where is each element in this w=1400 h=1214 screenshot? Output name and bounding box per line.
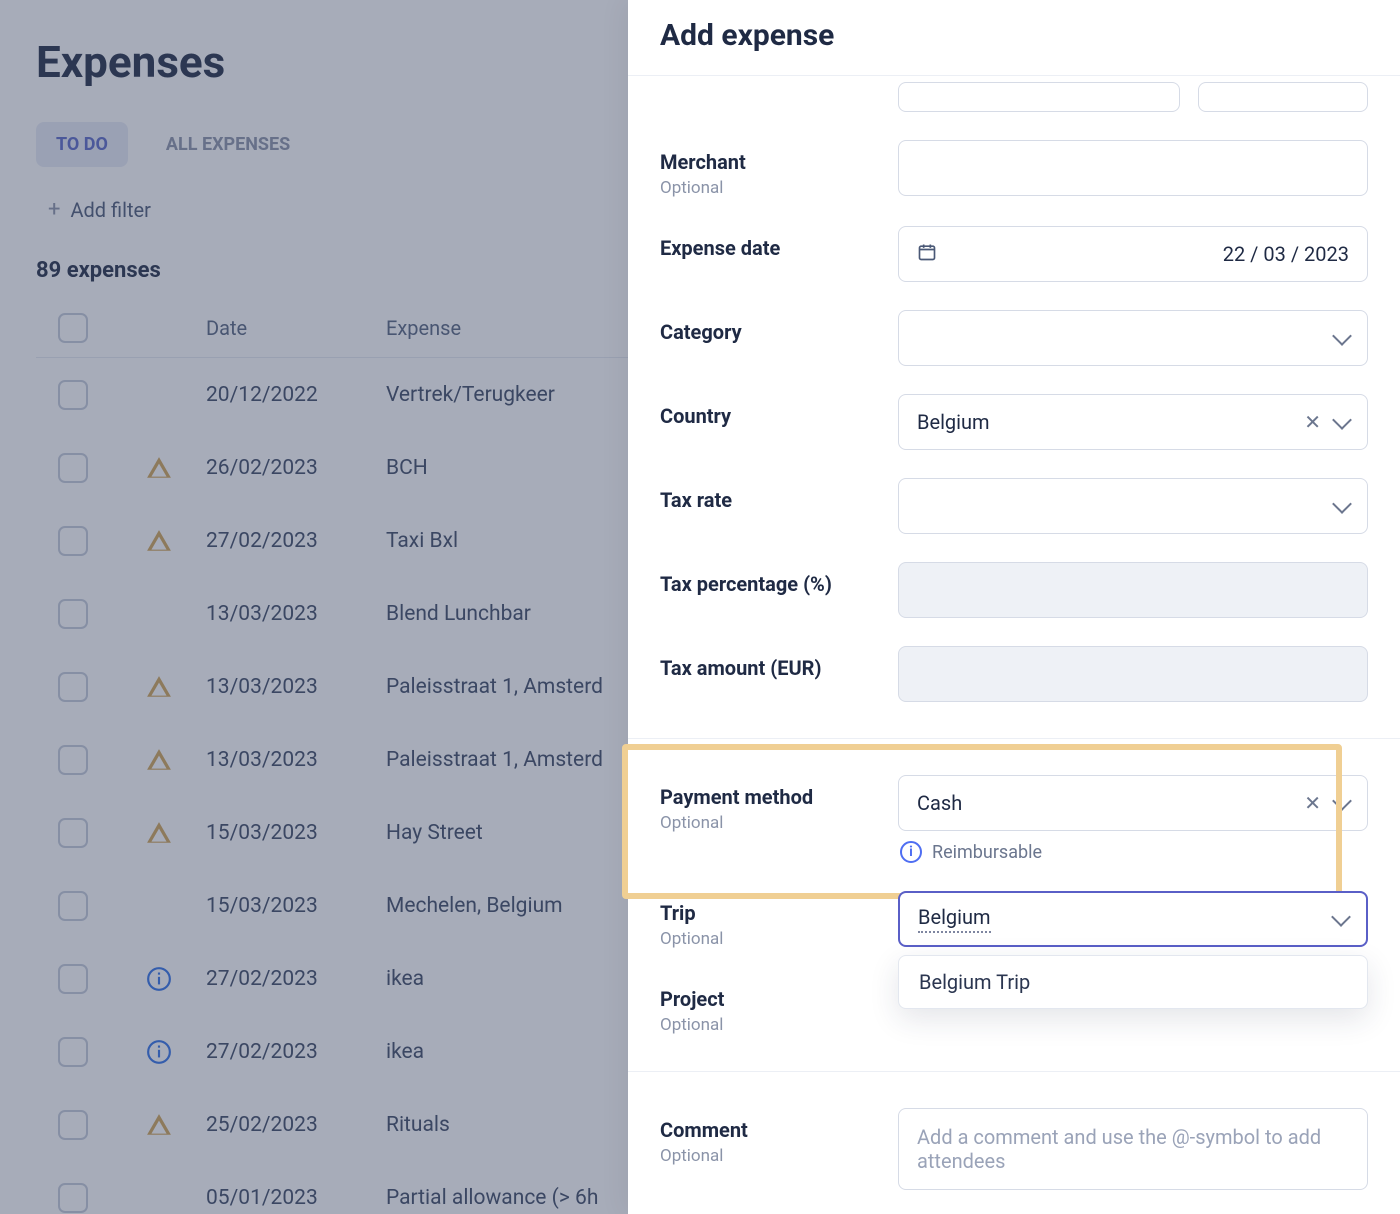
comment-input[interactable]: Add a comment and use the @-symbol to ad… — [898, 1108, 1368, 1190]
reimbursable-indicator: i Reimbursable — [898, 841, 1368, 863]
tax-amount-label: Tax amount (EUR) — [660, 656, 898, 680]
add-expense-drawer: Add expense Merchant Optional Expense da — [628, 0, 1400, 1214]
category-select[interactable] — [898, 310, 1368, 366]
clear-icon[interactable]: ✕ — [1304, 410, 1321, 434]
payment-method-value: Cash — [917, 791, 962, 815]
country-value: Belgium — [917, 410, 990, 434]
trip-value: Belgium — [918, 905, 991, 933]
category-label: Category — [660, 320, 898, 344]
chevron-down-icon — [1332, 791, 1352, 811]
payment-method-optional: Optional — [660, 813, 898, 833]
payment-method-select[interactable]: Cash ✕ — [898, 775, 1368, 831]
tax-percentage-input — [898, 562, 1368, 618]
country-select[interactable]: Belgium ✕ — [898, 394, 1368, 450]
calendar-icon — [917, 242, 937, 267]
drawer-title: Add expense — [660, 18, 1368, 53]
payment-method-label: Payment method — [660, 785, 898, 809]
trip-optional: Optional — [660, 929, 898, 949]
tax-percentage-label: Tax percentage (%) — [660, 572, 898, 596]
project-optional: Optional — [660, 1015, 898, 1035]
chevron-down-icon — [1332, 326, 1352, 346]
country-label: Country — [660, 404, 898, 428]
expense-date-label: Expense date — [660, 236, 898, 260]
comment-optional: Optional — [660, 1146, 898, 1166]
currency-input-partial[interactable] — [1198, 82, 1368, 112]
expense-date-value: 22 / 03 / 2023 — [1223, 242, 1349, 266]
reimbursable-label: Reimbursable — [932, 842, 1042, 863]
clear-icon[interactable]: ✕ — [1304, 791, 1321, 815]
info-icon: i — [900, 841, 922, 863]
chevron-down-icon — [1331, 907, 1351, 927]
trip-select[interactable]: Belgium — [898, 891, 1368, 947]
trip-option[interactable]: Belgium Trip — [919, 970, 1347, 994]
merchant-optional: Optional — [660, 178, 898, 198]
merchant-label: Merchant — [660, 150, 898, 174]
expense-date-input[interactable]: 22 / 03 / 2023 — [898, 226, 1368, 282]
tax-amount-input — [898, 646, 1368, 702]
chevron-down-icon — [1332, 494, 1352, 514]
amount-input-partial[interactable] — [898, 82, 1180, 112]
project-label: Project — [660, 987, 898, 1011]
merchant-input[interactable] — [898, 140, 1368, 196]
comment-label: Comment — [660, 1118, 898, 1142]
tax-rate-label: Tax rate — [660, 488, 898, 512]
trip-label: Trip — [660, 901, 898, 925]
chevron-down-icon — [1332, 410, 1352, 430]
trip-dropdown: Belgium Trip — [898, 955, 1368, 1009]
tax-rate-select[interactable] — [898, 478, 1368, 534]
